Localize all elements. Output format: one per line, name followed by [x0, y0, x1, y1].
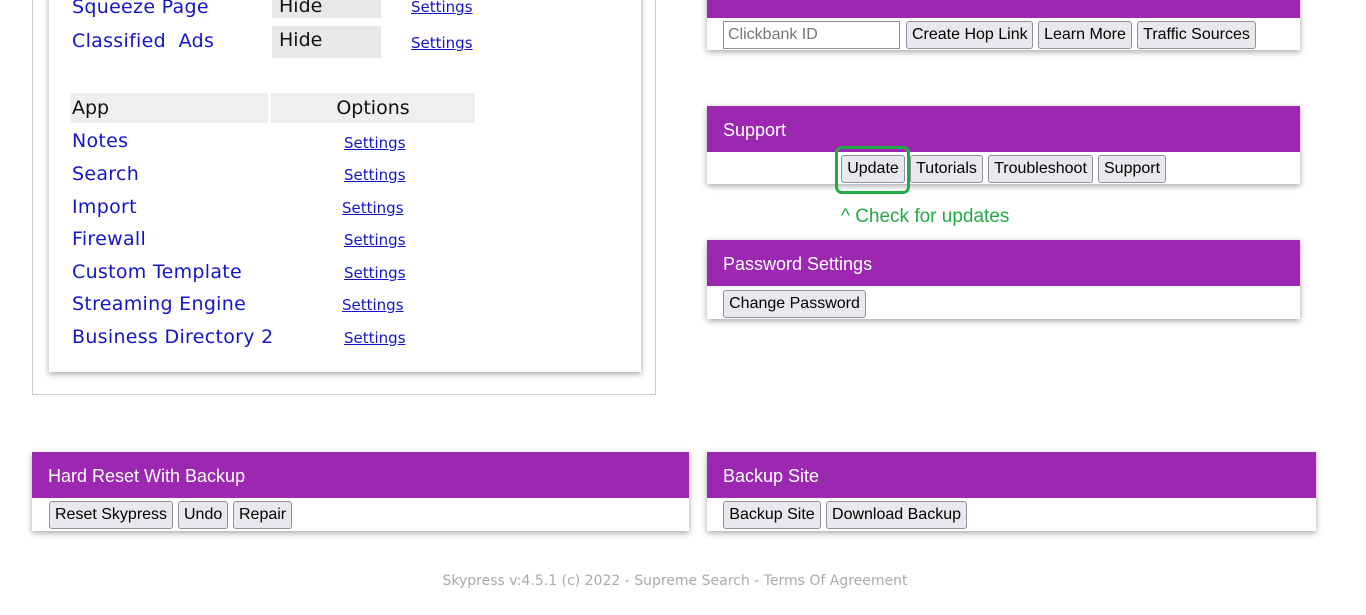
support-button[interactable]: Support: [1098, 155, 1166, 183]
app-name-business-directory-2[interactable]: Business Directory 2: [72, 326, 274, 348]
update-highlight-ring: [835, 146, 910, 194]
search-settings-link[interactable]: Settings: [344, 166, 406, 184]
firewall-settings-link[interactable]: Settings: [344, 231, 406, 249]
create-hop-link-button[interactable]: Create Hop Link: [906, 21, 1033, 49]
streaming-engine-settings-link[interactable]: Settings: [342, 296, 404, 314]
change-password-button[interactable]: Change Password: [723, 290, 866, 318]
visibility-select[interactable]: Hide: [272, 26, 381, 58]
support-panel-title: Support: [707, 106, 1300, 152]
traffic-sources-button[interactable]: Traffic Sources: [1137, 21, 1256, 49]
app-column-header: App: [70, 93, 268, 123]
update-hint-text: ^ Check for updates: [841, 206, 1010, 227]
app-name-streaming-engine[interactable]: Streaming Engine: [72, 293, 246, 315]
squeeze-page-settings-link[interactable]: Settings: [411, 0, 473, 16]
footer-text: Skypress v:4.5.1 (c) 2022 - Supreme Sear…: [442, 573, 908, 589]
repair-button[interactable]: Repair: [233, 501, 292, 529]
backup-site-button[interactable]: Backup Site: [723, 501, 821, 529]
backup-panel-title: Backup Site: [707, 452, 1316, 498]
app-name-custom-template[interactable]: Custom Template: [72, 261, 242, 283]
learn-more-button[interactable]: Learn More: [1038, 21, 1132, 49]
undo-button[interactable]: Undo: [178, 501, 228, 529]
reset-skypress-button[interactable]: Reset Skypress: [49, 501, 173, 529]
app-name-import[interactable]: Import: [72, 196, 137, 218]
publish-name: Classified Ads: [72, 30, 215, 52]
business-directory-2-settings-link[interactable]: Settings: [344, 329, 406, 347]
notes-settings-link[interactable]: Settings: [344, 134, 406, 152]
affiliate-panel-title: Earn 50% Commission: [707, 0, 1300, 18]
options-column-header: Options: [271, 93, 475, 123]
app-name-search[interactable]: Search: [72, 163, 139, 185]
hard-reset-panel-title: Hard Reset With Backup: [32, 452, 689, 498]
classified-ads-settings-link[interactable]: Settings: [411, 34, 473, 52]
publish-name: Squeeze Page: [72, 0, 209, 18]
app-name-firewall[interactable]: Firewall: [72, 228, 146, 250]
custom-template-settings-link[interactable]: Settings: [344, 264, 406, 282]
clickbank-id-input[interactable]: [723, 21, 900, 49]
tutorials-button[interactable]: Tutorials: [910, 155, 983, 183]
troubleshoot-button[interactable]: Troubleshoot: [988, 155, 1093, 183]
visibility-select[interactable]: Hide: [272, 0, 381, 18]
app-name-notes[interactable]: Notes: [72, 130, 128, 152]
password-panel-title: Password Settings: [707, 240, 1300, 286]
import-settings-link[interactable]: Settings: [342, 199, 404, 217]
download-backup-button[interactable]: Download Backup: [826, 501, 967, 529]
